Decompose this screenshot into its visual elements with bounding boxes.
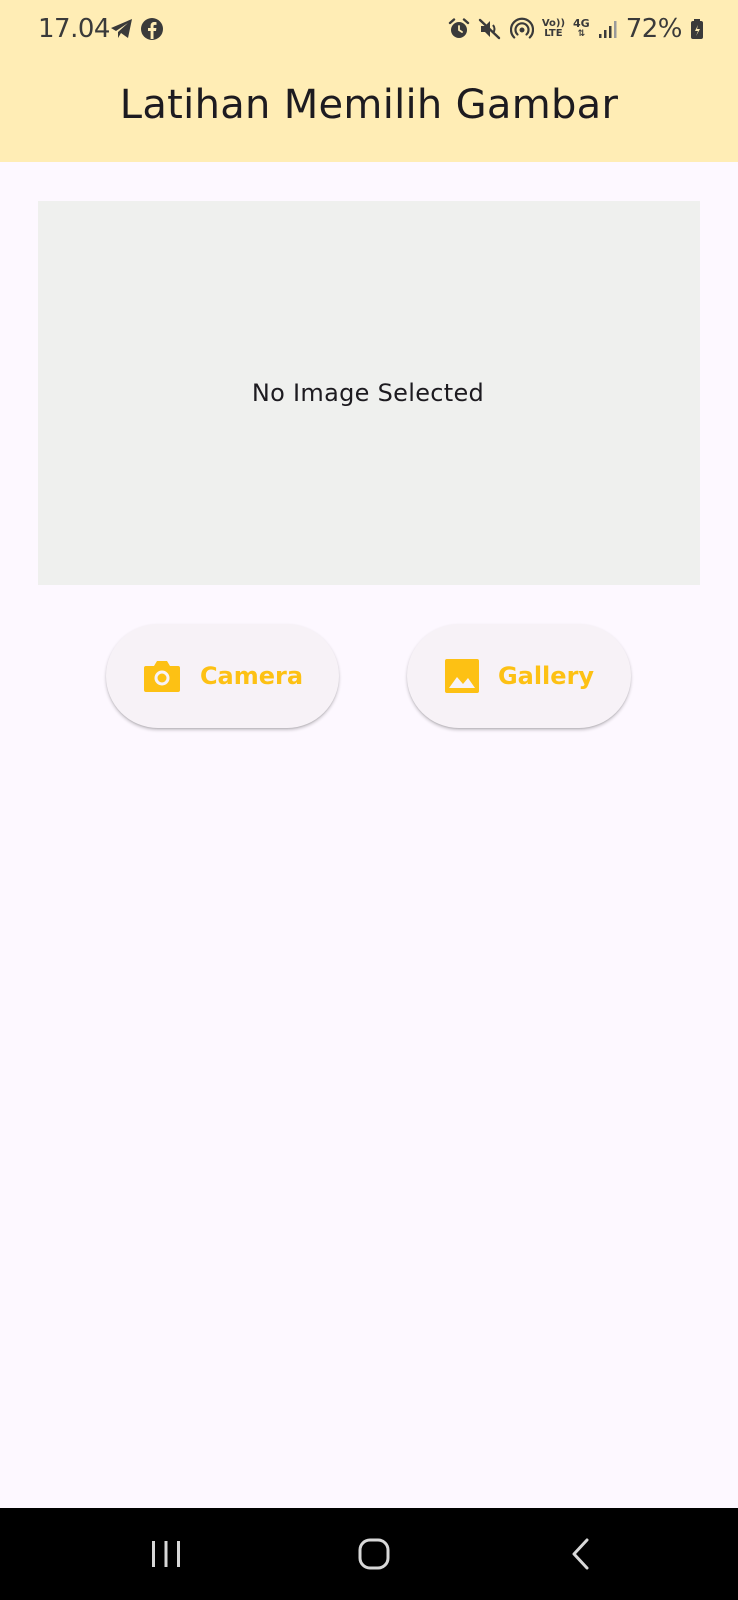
camera-button[interactable]: Camera: [106, 624, 339, 728]
recent-apps-button[interactable]: [136, 1530, 196, 1578]
back-icon: [569, 1537, 593, 1571]
battery-icon: [690, 18, 704, 40]
gallery-button[interactable]: Gallery: [407, 624, 631, 728]
status-time: 17.04: [38, 14, 110, 44]
image-preview: No Image Selected: [38, 201, 700, 585]
alarm-icon: [448, 18, 470, 40]
camera-button-label: Camera: [199, 662, 304, 690]
hotspot-icon: [509, 17, 534, 41]
network-type-text: 4G: [573, 17, 590, 30]
image-icon: [444, 658, 480, 694]
volte-icon: Vo)) LTE: [542, 19, 565, 39]
signal-icon: [598, 19, 618, 39]
back-button[interactable]: [551, 1530, 611, 1578]
home-button[interactable]: [344, 1530, 404, 1578]
camera-icon: [142, 658, 182, 694]
app-bar: 17.04 Vo)) LTE 4G ⇅ 72% Latihan Memilih …: [0, 0, 738, 162]
facebook-icon: [140, 17, 164, 41]
telegram-icon: [110, 18, 134, 40]
battery-percentage: 72%: [625, 14, 683, 44]
recent-apps-icon: [149, 1539, 183, 1569]
status-right-icons: Vo)) LTE 4G ⇅ 72%: [448, 14, 704, 44]
page-title: Latihan Memilih Gambar: [119, 82, 619, 128]
data-arrows-icon: ⇅: [577, 29, 586, 39]
volte-text-bottom: LTE: [544, 28, 563, 39]
no-image-text: No Image Selected: [251, 379, 485, 407]
status-left-icons: [110, 17, 164, 41]
mute-icon: [478, 18, 502, 40]
navigation-bar: [0, 1508, 738, 1600]
status-bar: 17.04 Vo)) LTE 4G ⇅ 72%: [0, 0, 738, 62]
4g-icon: 4G ⇅: [573, 17, 590, 39]
home-icon: [357, 1537, 391, 1571]
gallery-button-label: Gallery: [497, 662, 595, 690]
